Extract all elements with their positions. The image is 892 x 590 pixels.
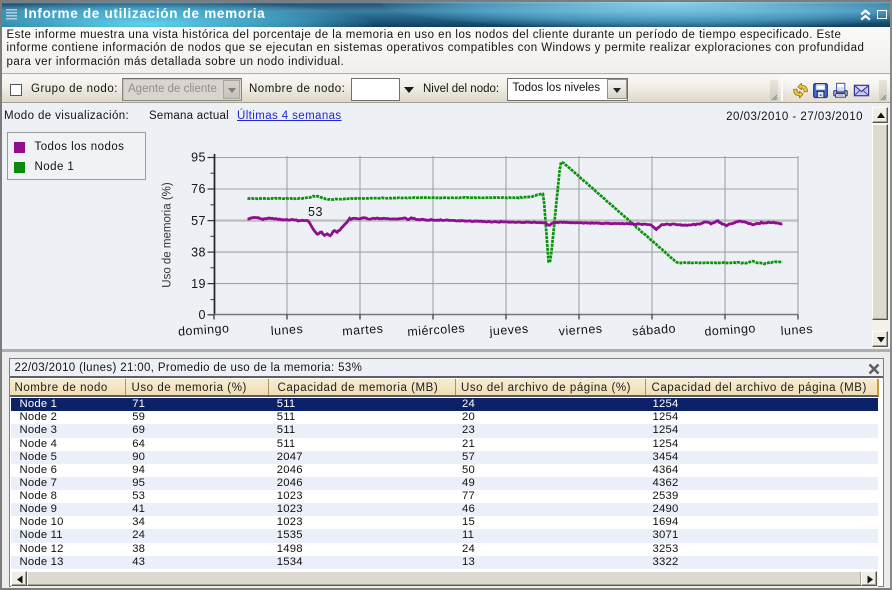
svg-text:sábado: sábado	[632, 321, 677, 338]
svg-text:lunes: lunes	[270, 322, 303, 338]
svg-text:lunes: lunes	[780, 322, 813, 338]
svg-text:76: 76	[191, 182, 206, 196]
svg-text:38: 38	[191, 245, 206, 259]
svg-text:jueves: jueves	[488, 322, 529, 339]
svg-text:miércoles: miércoles	[407, 321, 466, 339]
svg-text:domingo: domingo	[704, 321, 756, 339]
svg-text:martes: martes	[342, 322, 384, 339]
svg-text:0: 0	[199, 308, 206, 322]
svg-text:57: 57	[191, 214, 206, 228]
svg-text:19: 19	[191, 277, 206, 291]
svg-text:domingo: domingo	[178, 321, 230, 339]
svg-text:viernes: viernes	[558, 321, 603, 338]
svg-text:95: 95	[191, 151, 206, 165]
svg-text:53: 53	[308, 205, 323, 219]
